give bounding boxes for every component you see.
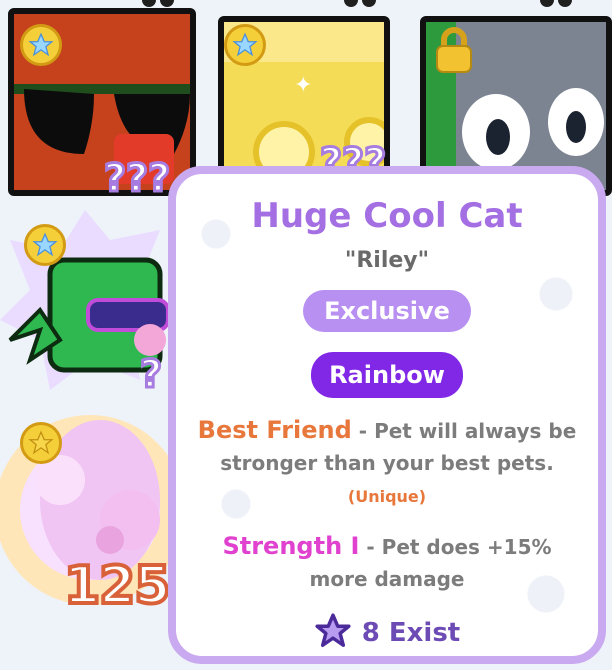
star-badge-icon [20, 24, 62, 66]
exclusive-tag: Exclusive [303, 290, 471, 332]
enchant-dash: - [351, 419, 375, 443]
pet-nickname: "Riley" [344, 248, 430, 273]
enchant-best-friend: Best Friend - Pet will always be stronge… [194, 414, 580, 513]
unknown-side-marker: ? [138, 351, 163, 398]
pet-name: Huge Cool Cat [251, 196, 523, 236]
svg-text:✦: ✦ [294, 73, 312, 98]
rainbow-tag: Rainbow [311, 352, 463, 398]
pet-slot-dots [344, 0, 380, 8]
pet-info-tooltip: Huge Cool Cat "Riley" Exclusive Rainbow … [168, 166, 606, 664]
exist-count-row: 8 Exist [176, 612, 598, 654]
pet-slot-dots [142, 0, 178, 8]
enchant-unique-tag: (Unique) [347, 487, 427, 506]
enchant-strength: Strength I - Pet does +15% more damage [194, 530, 580, 595]
exist-count: 8 Exist [361, 618, 461, 648]
pet-slot-dots [540, 0, 576, 8]
enchant-dash: - [359, 535, 382, 559]
enchant-name: Best Friend [197, 416, 352, 444]
star-badge-icon [24, 224, 66, 266]
star-outline-icon [314, 612, 352, 654]
pet-count-label: 125 [62, 554, 173, 618]
enchant-name: Strength I [222, 532, 360, 560]
unknown-marker: ??? [102, 155, 171, 202]
star-badge-icon [224, 24, 266, 66]
lock-icon [432, 26, 476, 74]
star-badge-icon [20, 422, 62, 464]
